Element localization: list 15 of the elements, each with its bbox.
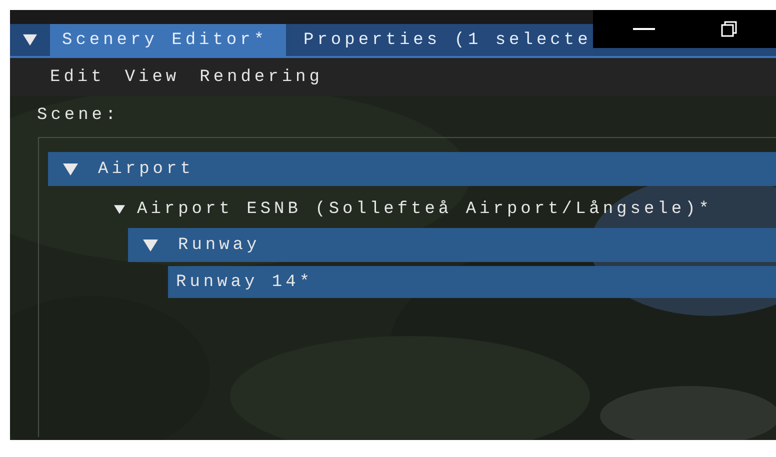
tree-item[interactable]: Airport ESNB (Sollefteå Airport/Långsele)* bbox=[88, 190, 776, 228]
expanded-arrow-icon[interactable] bbox=[114, 204, 125, 214]
collapse-arrow-icon[interactable] bbox=[23, 33, 37, 47]
expanded-arrow-icon[interactable] bbox=[63, 162, 78, 176]
collapsing-header[interactable]: Runway bbox=[128, 228, 776, 262]
collapsing-header[interactable]: Airport bbox=[48, 152, 776, 186]
expanded-arrow-icon[interactable] bbox=[143, 238, 158, 252]
minimize-icon[interactable] bbox=[633, 27, 656, 31]
scene-label: Scene: bbox=[37, 106, 120, 125]
menu-item[interactable]: Rendering bbox=[190, 68, 333, 86]
menu-item[interactable]: Edit bbox=[40, 68, 115, 86]
tab[interactable]: Scenery Editor* bbox=[50, 24, 286, 56]
tree-item[interactable]: Runway 14* bbox=[168, 266, 776, 298]
restore-icon[interactable] bbox=[721, 21, 738, 37]
menu-item[interactable]: View bbox=[114, 68, 190, 86]
